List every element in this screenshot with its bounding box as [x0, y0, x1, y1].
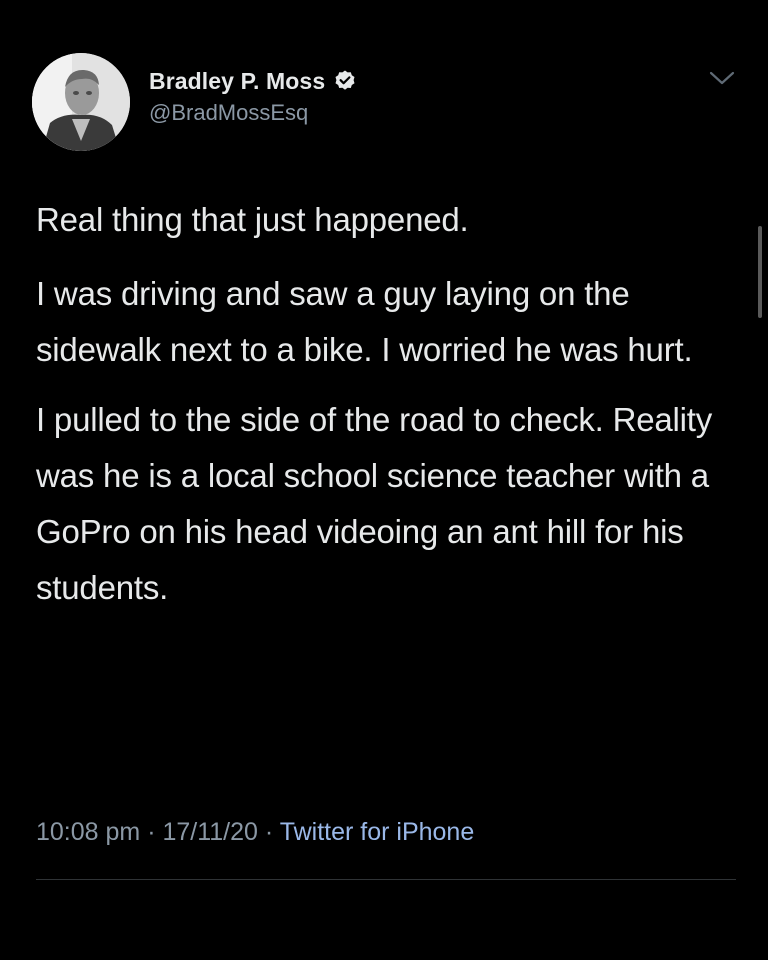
tweet-meta: 10:08 pm · 17/11/20 · Twitter for iPhone — [36, 818, 474, 847]
verified-badge-icon — [333, 69, 357, 93]
chevron-down-icon[interactable] — [708, 68, 736, 88]
tweet-text: Real thing that just happened. I was dri… — [36, 192, 736, 630]
divider — [36, 879, 736, 880]
tweet-date[interactable]: 17/11/20 — [162, 818, 257, 846]
avatar[interactable] — [32, 53, 130, 151]
author-name[interactable]: Bradley P. Moss — [149, 68, 325, 95]
tweet-paragraph: I was driving and saw a guy laying on th… — [36, 275, 693, 368]
meta-separator: · — [257, 818, 280, 846]
author-handle[interactable]: @BradMossEsq — [149, 100, 308, 126]
scrollbar[interactable] — [758, 226, 762, 318]
tweet-source-link[interactable]: Twitter for iPhone — [280, 818, 475, 846]
tweet-card: Bradley P. Moss @BradMossEsq Real thing … — [0, 0, 768, 960]
tweet-paragraph: Real thing that just happened. — [36, 201, 469, 238]
meta-separator: · — [140, 818, 163, 846]
author-name-row[interactable]: Bradley P. Moss — [149, 65, 357, 97]
tweet-time[interactable]: 10:08 pm — [36, 818, 140, 846]
tweet-paragraph: I pulled to the side of the road to chec… — [36, 401, 713, 606]
